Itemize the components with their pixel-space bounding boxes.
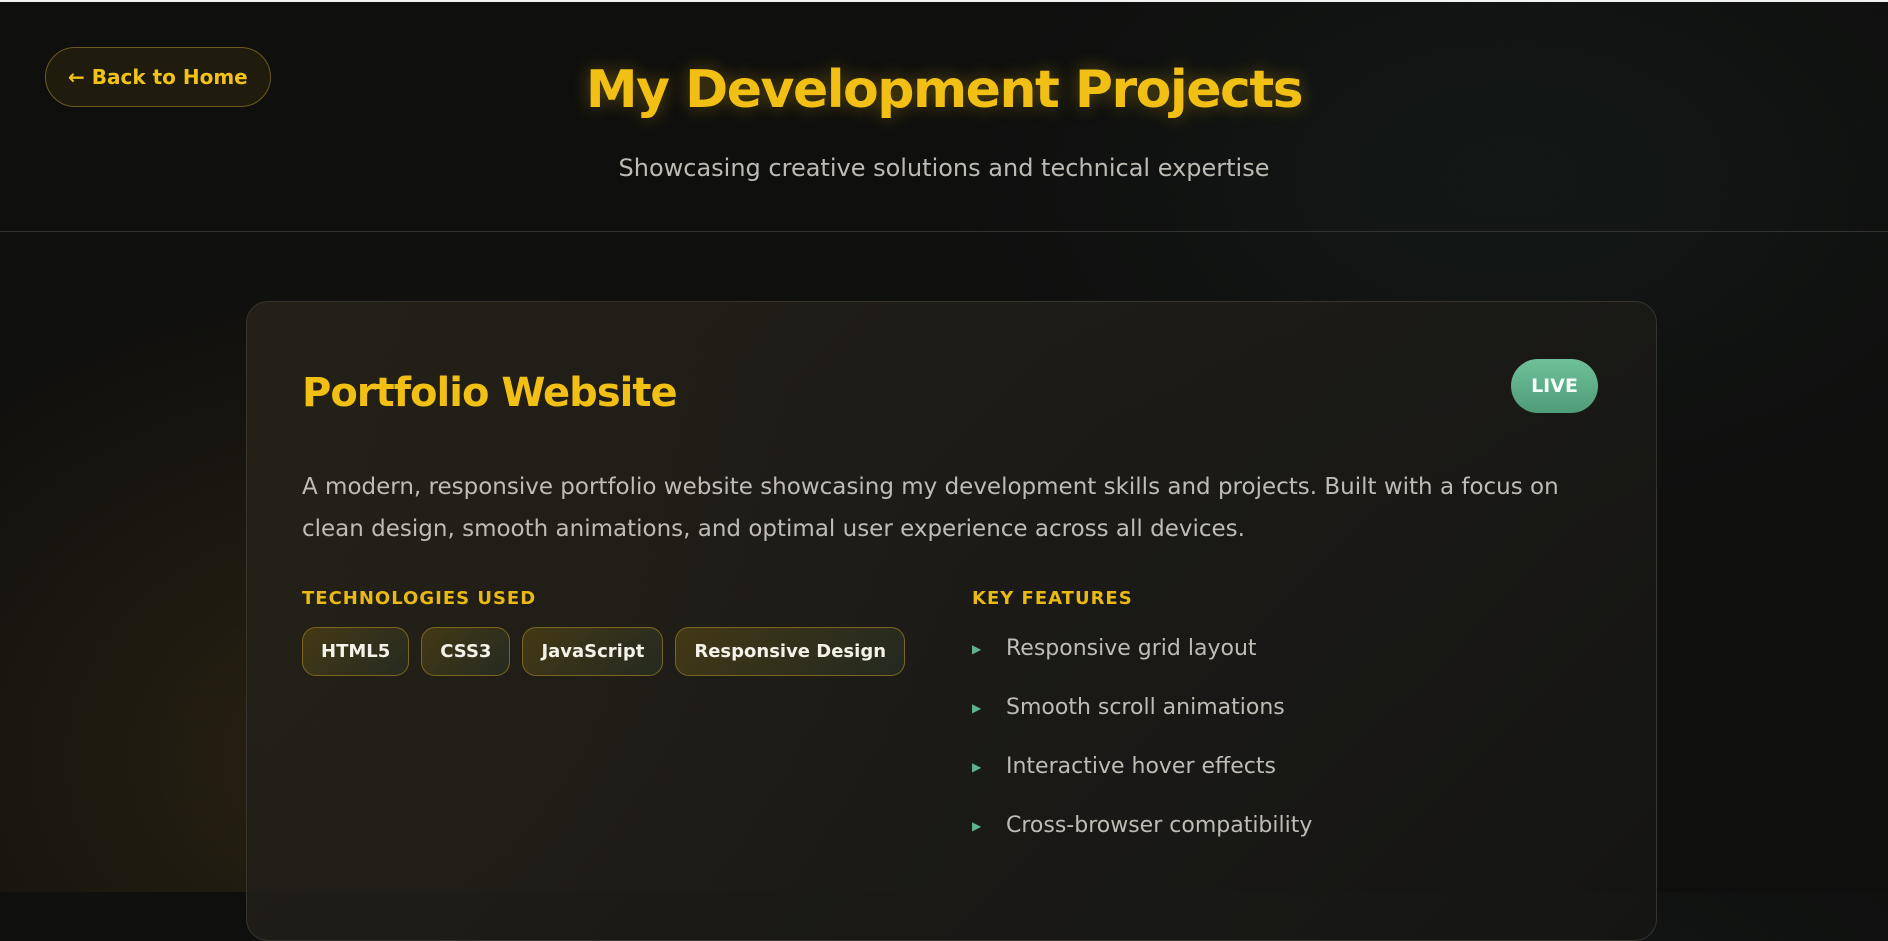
feature-item: ▶ Interactive hover effects <box>972 754 1312 813</box>
feature-text: Smooth scroll animations <box>1006 695 1285 720</box>
technology-tags: HTML5 CSS3 JavaScript Responsive Design <box>302 627 906 676</box>
feature-text: Responsive grid layout <box>1006 636 1257 661</box>
triangle-bullet-icon: ▶ <box>972 760 982 774</box>
triangle-bullet-icon: ▶ <box>972 701 982 715</box>
tech-tag: JavaScript <box>522 627 664 676</box>
features-list: ▶ Responsive grid layout ▶ Smooth scroll… <box>972 636 1312 872</box>
features-heading: KEY FEATURES <box>972 588 1133 609</box>
tech-tag: CSS3 <box>421 627 511 676</box>
feature-text: Interactive hover effects <box>1006 754 1276 779</box>
feature-text: Cross-browser compatibility <box>1006 813 1313 838</box>
tech-tag: Responsive Design <box>675 627 906 676</box>
page-header: ← Back to Home My Development Projects S… <box>0 2 1888 232</box>
triangle-bullet-icon: ▶ <box>972 642 982 656</box>
project-description: A modern, responsive portfolio website s… <box>302 474 1559 542</box>
feature-item: ▶ Cross-browser compatibility <box>972 813 1312 872</box>
triangle-bullet-icon: ▶ <box>972 819 982 833</box>
status-badge: LIVE <box>1511 359 1598 413</box>
feature-item: ▶ Smooth scroll animations <box>972 695 1312 754</box>
page-title: My Development Projects <box>585 60 1304 120</box>
technologies-heading: TECHNOLOGIES USED <box>302 588 537 609</box>
feature-item: ▶ Responsive grid layout <box>972 636 1312 695</box>
page-subtitle: Showcasing creative solutions and techni… <box>618 154 1270 182</box>
project-card: Portfolio Website LIVE A modern, respons… <box>246 301 1657 941</box>
tech-tag: HTML5 <box>302 627 410 676</box>
project-title: Portfolio Website <box>302 370 678 416</box>
